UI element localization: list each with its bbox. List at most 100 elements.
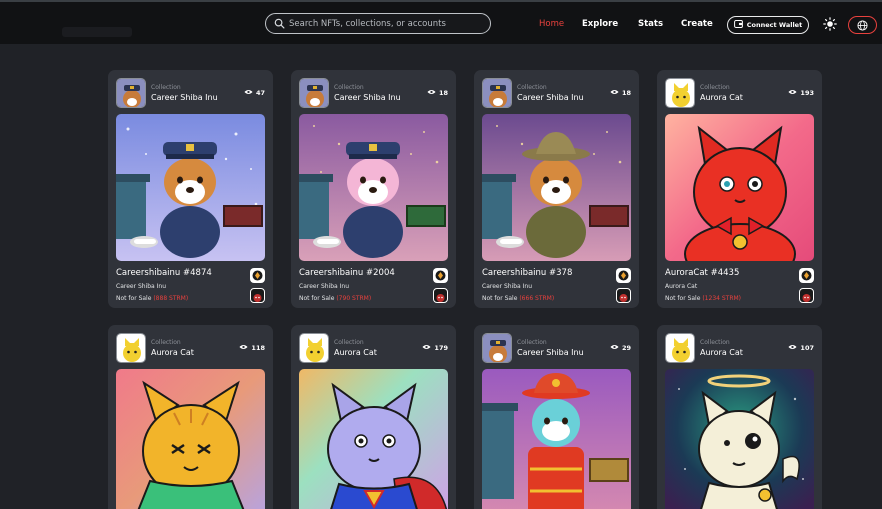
nft-image[interactable] <box>116 114 265 261</box>
view-count-value: 47 <box>255 89 265 97</box>
collection-avatar[interactable] <box>482 333 512 363</box>
view-count-value: 18 <box>621 89 631 97</box>
search-icon <box>272 17 286 31</box>
collection-avatar[interactable] <box>482 78 512 108</box>
card-header: Collection Career Shiba Inu 18 <box>299 78 448 108</box>
card-header: Collection Career Shiba Inu 18 <box>482 78 631 108</box>
owner-avatar[interactable] <box>250 288 265 303</box>
eye-icon <box>422 344 431 352</box>
nft-price: (1234 STRM) <box>702 295 742 302</box>
brand-logo[interactable] <box>62 27 132 37</box>
nft-card[interactable]: Collection Aurora Cat 107 <box>657 325 822 509</box>
nft-card[interactable]: Collection Aurora Cat 179 <box>291 325 456 509</box>
sale-status: Not for Sale (1234 STRM) <box>665 295 742 302</box>
sale-status: Not for Sale (888 STRM) <box>116 295 189 302</box>
sale-status: Not for Sale (790 STRM) <box>299 295 372 302</box>
owner-avatar[interactable] <box>616 288 631 303</box>
nft-title[interactable]: Careershibainu #4874 <box>116 268 265 278</box>
nft-info: Careershibainu #4874 Career Shiba Inu No… <box>116 268 265 303</box>
collection-name[interactable]: Aurora Cat <box>334 348 422 357</box>
nft-card[interactable]: Collection Career Shiba Inu 18 Careershi… <box>474 70 639 308</box>
nft-card[interactable]: Collection Career Shiba Inu 47 Careershi… <box>108 70 273 308</box>
card-header: Collection Aurora Cat 118 <box>116 333 265 363</box>
collection-avatar[interactable] <box>299 333 329 363</box>
collection-name[interactable]: Aurora Cat <box>700 348 788 357</box>
view-count-value: 18 <box>438 89 448 97</box>
view-count-value: 118 <box>251 344 265 352</box>
view-count-value: 107 <box>800 344 814 352</box>
sun-icon <box>823 16 837 35</box>
nft-collection-name: Aurora Cat <box>665 283 698 290</box>
view-count: 107 <box>788 344 814 352</box>
view-count: 18 <box>427 89 448 97</box>
nft-info: Careershibainu #378 Career Shiba Inu Not… <box>482 268 631 303</box>
collection-caption: Collection <box>334 83 364 91</box>
view-count-value: 29 <box>621 344 631 352</box>
search-bar[interactable] <box>265 13 491 34</box>
collection-avatar[interactable] <box>299 78 329 108</box>
collection-name[interactable]: Career Shiba Inu <box>517 93 610 102</box>
nft-image[interactable] <box>299 369 448 509</box>
language-button[interactable] <box>848 16 877 34</box>
nav-stats[interactable]: Stats <box>638 19 663 29</box>
nft-image[interactable] <box>116 369 265 509</box>
nav-home[interactable]: Home <box>539 19 564 29</box>
collection-name[interactable]: Career Shiba Inu <box>517 348 610 357</box>
nft-collection-name: Career Shiba Inu <box>116 283 167 290</box>
collection-caption: Collection <box>334 338 364 346</box>
collection-avatar[interactable] <box>116 78 146 108</box>
eye-icon <box>239 344 248 352</box>
view-count: 18 <box>610 89 631 97</box>
nft-image[interactable] <box>665 114 814 261</box>
nft-price: (666 STRM) <box>519 295 555 302</box>
collection-name[interactable]: Aurora Cat <box>151 348 239 357</box>
chain-icon <box>250 268 265 283</box>
collection-caption: Collection <box>151 338 181 346</box>
nav-create[interactable]: Create <box>681 19 713 29</box>
eye-icon <box>788 89 797 97</box>
eye-icon <box>610 344 619 352</box>
chain-icon <box>616 268 631 283</box>
eye-icon <box>244 89 253 97</box>
card-header: Collection Career Shiba Inu 47 <box>116 78 265 108</box>
collection-avatar[interactable] <box>665 78 695 108</box>
nft-title[interactable]: Careershibainu #2004 <box>299 268 448 278</box>
collection-name[interactable]: Career Shiba Inu <box>334 93 427 102</box>
collection-name[interactable]: Aurora Cat <box>700 93 788 102</box>
card-header: Collection Aurora Cat 179 <box>299 333 448 363</box>
sale-status: Not for Sale (666 STRM) <box>482 295 555 302</box>
nft-collection-name: Career Shiba Inu <box>299 283 350 290</box>
nft-image[interactable] <box>482 114 631 261</box>
collection-avatar[interactable] <box>116 333 146 363</box>
nft-title[interactable]: AuroraCat #4435 <box>665 268 814 278</box>
search-input[interactable] <box>289 18 485 29</box>
chain-icon <box>799 268 814 283</box>
theme-toggle[interactable] <box>822 16 838 35</box>
view-count-value: 193 <box>800 89 814 97</box>
view-count-value: 179 <box>434 344 448 352</box>
wallet-icon <box>733 20 743 30</box>
nft-image[interactable] <box>482 369 631 509</box>
owner-avatar[interactable] <box>433 288 448 303</box>
collection-avatar[interactable] <box>665 333 695 363</box>
nft-title[interactable]: Careershibainu #378 <box>482 268 631 278</box>
view-count: 29 <box>610 344 631 352</box>
chain-icon <box>433 268 448 283</box>
nft-image[interactable] <box>299 114 448 261</box>
nft-card[interactable]: Collection Aurora Cat 118 <box>108 325 273 509</box>
collection-name[interactable]: Career Shiba Inu <box>151 93 244 102</box>
nft-price: (790 STRM) <box>336 295 372 302</box>
connect-wallet-button[interactable]: Connect Wallet <box>727 16 809 34</box>
eye-icon <box>610 89 619 97</box>
owner-avatar[interactable] <box>799 288 814 303</box>
nft-card[interactable]: Collection Career Shiba Inu 18 Careershi… <box>291 70 456 308</box>
nav-explore[interactable]: Explore <box>582 19 618 29</box>
nft-info: Careershibainu #2004 Career Shiba Inu No… <box>299 268 448 303</box>
eye-icon <box>427 89 436 97</box>
nft-card[interactable]: Collection Aurora Cat 193 AuroraCat #443… <box>657 70 822 308</box>
nft-card[interactable]: Collection Career Shiba Inu 29 <box>474 325 639 509</box>
eye-icon <box>788 344 797 352</box>
collection-caption: Collection <box>700 83 730 91</box>
nft-image[interactable] <box>665 369 814 509</box>
collection-caption: Collection <box>517 83 547 91</box>
